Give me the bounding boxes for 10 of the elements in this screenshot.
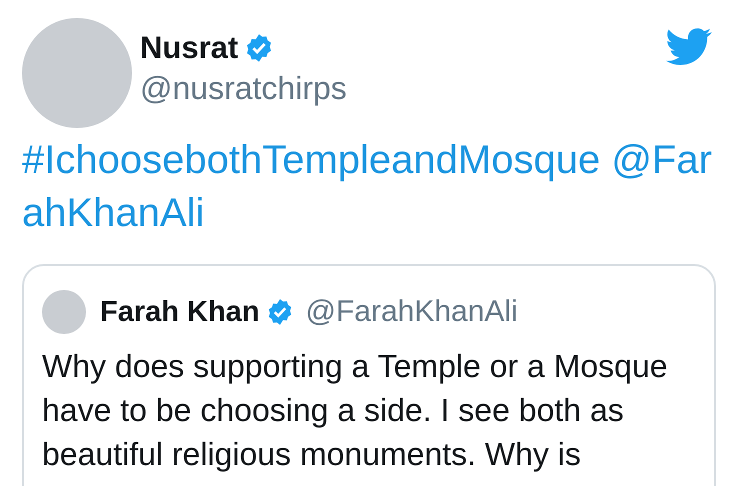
avatar[interactable]	[42, 290, 86, 334]
bird-logo-icon	[666, 27, 712, 67]
quoted-tweet-text: Why does supporting a Temple or a Mosque	[42, 347, 669, 386]
quoted-author-name: Farah Khan	[100, 296, 260, 328]
quoted-tweet-text: beautiful religious monuments. Why is	[42, 435, 582, 474]
quoted-tweet-text: have to be choosing a side. I see both as	[42, 391, 625, 430]
quoted-tweet-card[interactable]: Farah Khan @FarahKhanAli Why does supporting a Temple or a Mosque have to be choosing a side. I see both as beautiful religious monuments. Why is	[22, 264, 716, 486]
quoted-author-handle: @FarahKhanAli	[306, 295, 518, 329]
author-name[interactable]: Nusrat	[140, 30, 238, 66]
author-handle[interactable]: @nusratchirps	[140, 70, 347, 107]
